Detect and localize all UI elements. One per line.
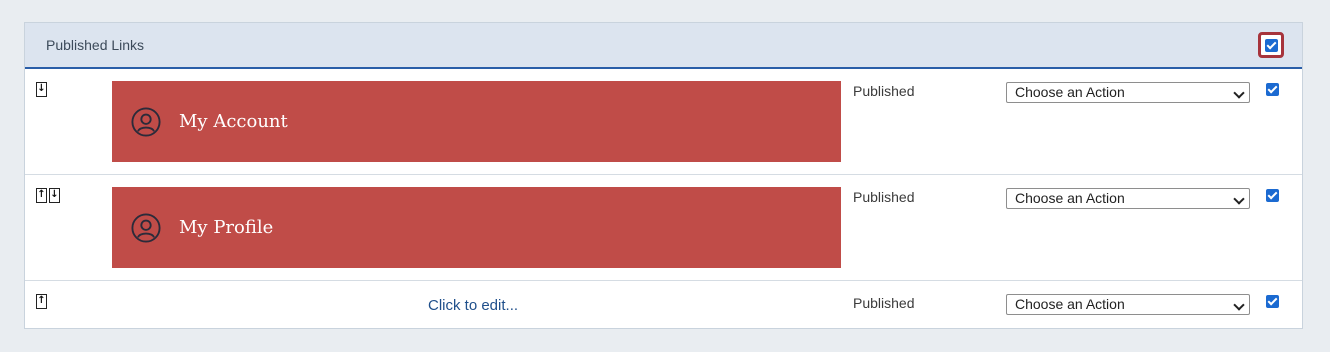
select-all-checkbox[interactable] bbox=[1264, 38, 1278, 52]
move-down-icon[interactable]: ↓ bbox=[36, 82, 47, 97]
link-tile[interactable]: My Profile bbox=[112, 187, 841, 268]
move-down-icon[interactable]: ↓ bbox=[49, 188, 60, 203]
panel-title: Published Links bbox=[46, 37, 145, 53]
select-all-checkbox-highlight bbox=[1258, 32, 1284, 58]
chevron-down-icon bbox=[1233, 193, 1245, 205]
user-circle-icon bbox=[131, 212, 161, 243]
action-select[interactable]: Choose an Action bbox=[1006, 188, 1250, 209]
chevron-down-icon bbox=[1233, 299, 1245, 311]
panel-header: Published Links bbox=[25, 23, 1302, 69]
status-text: Published bbox=[853, 295, 915, 311]
move-up-icon[interactable]: ↑ bbox=[36, 188, 47, 203]
tile-label: My Account bbox=[179, 111, 288, 132]
action-select-value: Choose an Action bbox=[1015, 84, 1125, 100]
table-row: ↑ ↓ My Profile Published Choose an Actio… bbox=[25, 175, 1302, 281]
row-checkbox[interactable] bbox=[1266, 83, 1279, 96]
user-circle-icon bbox=[131, 106, 161, 137]
reorder-controls: ↓ bbox=[36, 82, 47, 97]
row-checkbox[interactable] bbox=[1266, 295, 1279, 308]
click-to-edit-link[interactable]: Click to edit... bbox=[428, 297, 518, 314]
action-select[interactable]: Choose an Action bbox=[1006, 294, 1250, 315]
status-text: Published bbox=[853, 83, 915, 99]
status-text: Published bbox=[853, 189, 915, 205]
table-row: ↓ My Account Published Choose an Action bbox=[25, 69, 1302, 175]
reorder-controls: ↑ ↓ bbox=[36, 188, 60, 203]
move-up-icon[interactable]: ↑ bbox=[36, 294, 47, 309]
table-row: ↑ Click to edit... Published Choose an A… bbox=[25, 281, 1302, 330]
action-select-value: Choose an Action bbox=[1015, 190, 1125, 206]
published-links-panel: Published Links ↓ My Account Published C… bbox=[24, 22, 1303, 329]
link-tile[interactable]: My Account bbox=[112, 81, 841, 162]
row-checkbox[interactable] bbox=[1266, 189, 1279, 202]
action-select[interactable]: Choose an Action bbox=[1006, 82, 1250, 103]
action-select-value: Choose an Action bbox=[1015, 296, 1125, 312]
chevron-down-icon bbox=[1233, 87, 1245, 99]
tile-label: My Profile bbox=[179, 217, 274, 238]
reorder-controls: ↑ bbox=[36, 294, 47, 309]
